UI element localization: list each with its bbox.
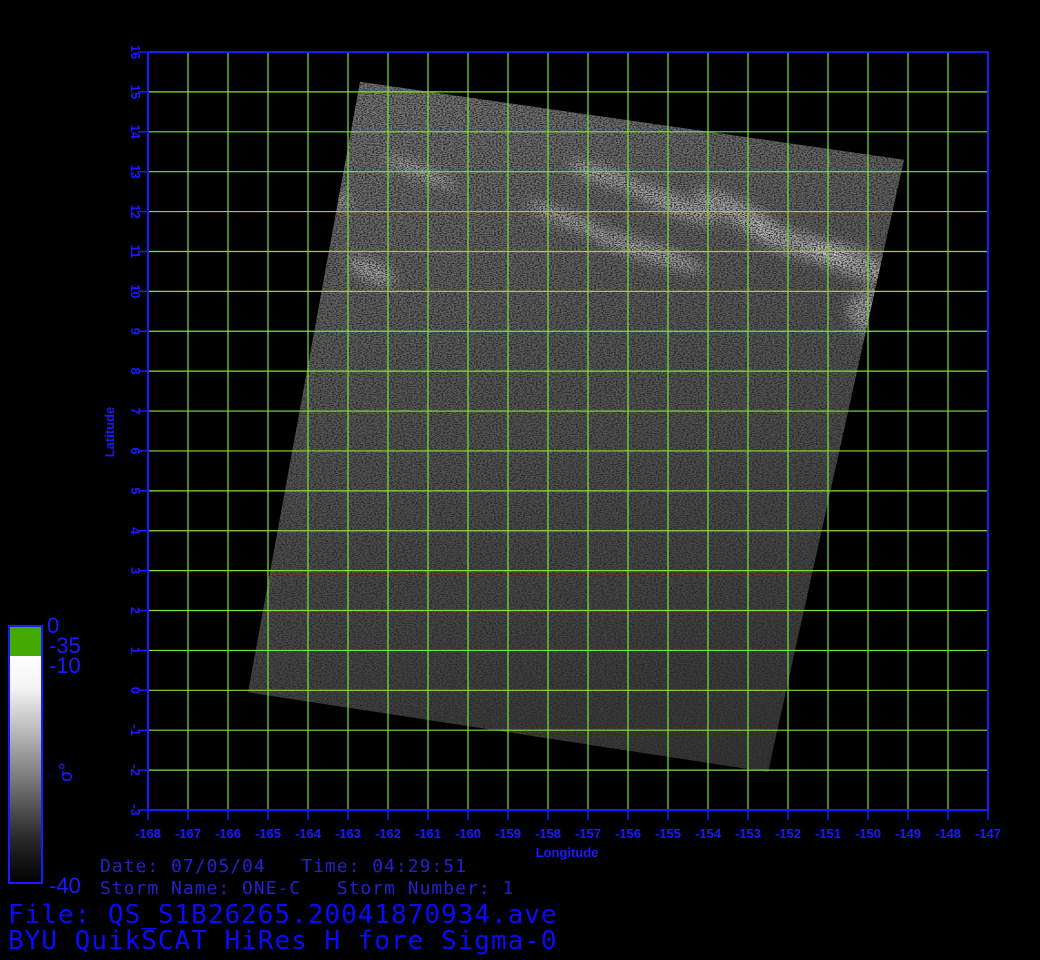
x-tick-label: -159 bbox=[495, 826, 521, 841]
y-axis-ticks: -3-2-1012345678910111213141516 bbox=[128, 45, 148, 816]
y-tick-label: 1 bbox=[128, 647, 143, 654]
y-tick-label: -3 bbox=[128, 804, 143, 816]
colorbar-tick-2: -10 bbox=[49, 653, 81, 678]
x-tick-label: -152 bbox=[775, 826, 801, 841]
x-tick-label: -154 bbox=[695, 826, 722, 841]
x-tick-label: -163 bbox=[335, 826, 361, 841]
x-tick-label: -167 bbox=[175, 826, 201, 841]
x-tick-label: -150 bbox=[855, 826, 881, 841]
y-tick-label: 7 bbox=[128, 407, 143, 414]
y-tick-label: 0 bbox=[128, 687, 143, 694]
x-tick-label: -168 bbox=[135, 826, 161, 841]
x-tick-label: -156 bbox=[615, 826, 641, 841]
y-tick-label: 11 bbox=[128, 245, 143, 259]
y-tick-label: 3 bbox=[128, 567, 143, 574]
radar-swath-image bbox=[248, 81, 904, 773]
x-axis-ticks: -168 -167 -166 -165 -164 -163 -162 -161 -160 -159… bbox=[135, 810, 1001, 841]
x-axis-label: Longitude bbox=[536, 845, 599, 860]
x-tick-label: -148 bbox=[935, 826, 961, 841]
y-tick-label: 6 bbox=[128, 447, 143, 454]
y-tick-label: 16 bbox=[128, 45, 143, 59]
x-tick-label: -157 bbox=[575, 826, 601, 841]
x-tick-label: -155 bbox=[655, 826, 681, 841]
x-tick-label: -166 bbox=[215, 826, 241, 841]
colorbar-label: σ° bbox=[56, 762, 77, 782]
y-tick-label: 14 bbox=[128, 125, 143, 140]
y-tick-label: 12 bbox=[128, 204, 143, 218]
y-tick-label: 4 bbox=[128, 527, 143, 535]
x-tick-label: -162 bbox=[375, 826, 401, 841]
info-title: BYU QuikSCAT HiRes H fore Sigma-0 bbox=[8, 926, 558, 956]
x-tick-label: -161 bbox=[415, 826, 441, 841]
info-storm: Storm Name: ONE-C Storm Number: 1 bbox=[100, 878, 515, 899]
x-tick-label: -165 bbox=[255, 826, 281, 841]
y-tick-label: 10 bbox=[128, 284, 143, 298]
x-tick-label: -158 bbox=[535, 826, 561, 841]
colorbar: 0 -35 -10 -40 σ° bbox=[8, 613, 81, 898]
x-tick-label: -149 bbox=[895, 826, 921, 841]
colorbar-land-segment bbox=[9, 626, 42, 656]
y-tick-label: 13 bbox=[128, 164, 143, 178]
y-tick-label: 15 bbox=[128, 85, 143, 99]
y-axis-label: Latitude bbox=[102, 407, 117, 458]
y-tick-label: -1 bbox=[128, 724, 143, 736]
y-tick-label: 5 bbox=[128, 487, 143, 494]
y-tick-label: 8 bbox=[128, 368, 143, 375]
y-tick-label: -2 bbox=[128, 764, 143, 776]
scatterometer-chart: -168 -167 -166 -165 -164 -163 -162 -161 -160 -159… bbox=[8, 45, 1001, 898]
x-tick-label: -160 bbox=[455, 826, 481, 841]
x-tick-label: -151 bbox=[815, 826, 841, 841]
colorbar-tick-3: -40 bbox=[49, 873, 81, 898]
info-date-time: Date: 07/05/04 Time: 04:29:51 bbox=[100, 856, 467, 877]
colorbar-gradient bbox=[9, 656, 42, 883]
y-tick-label: 2 bbox=[128, 607, 143, 614]
y-tick-label: 9 bbox=[128, 328, 143, 335]
x-tick-label: -164 bbox=[295, 826, 322, 841]
x-tick-label: -147 bbox=[975, 826, 1001, 841]
x-tick-label: -153 bbox=[735, 826, 761, 841]
